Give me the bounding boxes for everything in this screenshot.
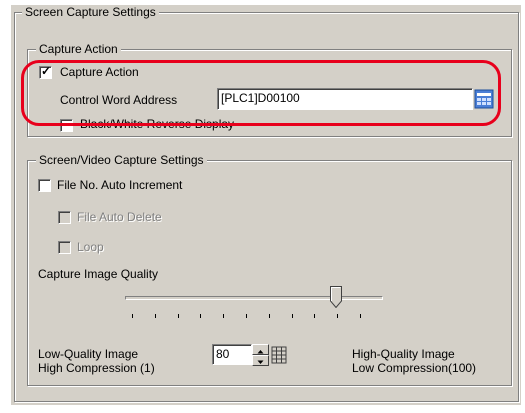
screen-capture-settings-legend: Screen Capture Settings	[22, 5, 159, 19]
slider-tick	[269, 314, 270, 318]
file-no-auto-increment-checkbox[interactable]	[38, 179, 51, 192]
spin-up-button[interactable]	[252, 344, 269, 355]
high-compression-label: High Compression (1)	[38, 361, 155, 375]
highlight-annotation	[21, 60, 501, 126]
quality-slider-track[interactable]	[125, 296, 383, 300]
loop-label: Loop	[77, 240, 104, 254]
slider-tick	[223, 314, 224, 318]
capture-image-quality-label: Capture Image Quality	[38, 267, 159, 281]
slider-tick	[292, 314, 293, 318]
low-quality-label: Low-Quality Image	[38, 347, 139, 361]
quality-spinner[interactable]	[252, 344, 269, 366]
spin-down-button[interactable]	[252, 355, 269, 366]
slider-tick	[200, 314, 201, 318]
slider-tick	[155, 314, 156, 318]
slider-tick	[132, 314, 133, 318]
loop-checkbox[interactable]	[58, 241, 71, 254]
slider-tick	[178, 314, 179, 318]
slider-tick	[360, 314, 361, 318]
capture-action-legend: Capture Action	[36, 42, 121, 56]
quality-value-input[interactable]: 80	[212, 344, 252, 365]
quality-slider-thumb[interactable]	[330, 286, 342, 308]
file-auto-delete-checkbox[interactable]	[58, 211, 71, 224]
high-quality-label: High-Quality Image	[352, 347, 455, 361]
file-no-auto-increment-label: File No. Auto Increment	[57, 178, 183, 192]
file-auto-delete-label: File Auto Delete	[77, 210, 162, 224]
slider-tick	[314, 314, 315, 318]
numeric-keypad-button[interactable]	[271, 345, 287, 365]
low-compression-label: Low Compression(100)	[352, 361, 477, 375]
arrow-down-icon	[257, 360, 264, 364]
numeric-keypad-icon	[271, 346, 287, 364]
slider-tick	[246, 314, 247, 318]
slider-tick	[337, 314, 338, 318]
screen-video-capture-legend: Screen/Video Capture Settings	[36, 153, 207, 167]
